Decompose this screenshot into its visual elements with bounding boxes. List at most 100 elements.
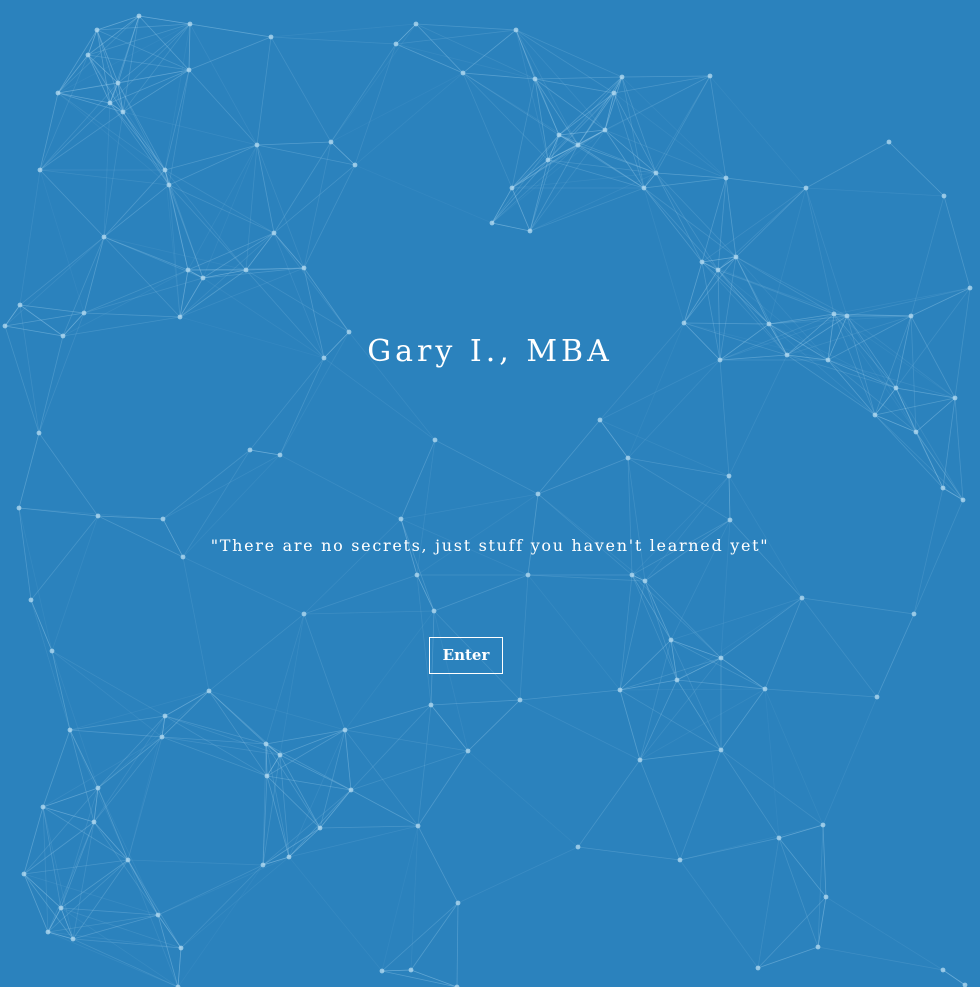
network-link <box>764 688 878 698</box>
network-link <box>350 704 432 791</box>
network-link <box>162 449 251 520</box>
network-link <box>529 187 645 232</box>
network-link <box>778 837 827 898</box>
network-link <box>577 759 641 848</box>
network-link <box>679 859 759 969</box>
network-link <box>279 754 352 791</box>
network-link <box>943 195 971 289</box>
network-node <box>707 73 713 79</box>
network-link <box>757 946 819 969</box>
network-node <box>70 936 76 942</box>
network-node <box>187 21 193 27</box>
network-node <box>513 27 519 33</box>
network-link <box>30 599 53 652</box>
network-node <box>637 757 643 763</box>
network-link <box>395 23 417 45</box>
network-link <box>182 556 210 692</box>
network-node <box>545 157 551 163</box>
network-node <box>91 819 97 825</box>
network-link <box>621 75 711 78</box>
network-node <box>641 185 647 191</box>
network-link <box>42 806 129 861</box>
enter-button[interactable]: Enter <box>429 637 503 674</box>
network-link <box>19 304 40 434</box>
network-link <box>604 129 727 179</box>
network-link <box>164 715 281 756</box>
network-link <box>60 907 159 916</box>
network-link <box>511 92 615 189</box>
network-link <box>303 610 435 615</box>
network-node <box>525 572 531 578</box>
network-node <box>37 167 43 173</box>
network-link <box>643 177 727 189</box>
network-link <box>416 493 539 576</box>
network-node <box>95 513 101 519</box>
network-link <box>23 873 159 916</box>
network-node <box>200 275 206 281</box>
network-node <box>762 686 768 692</box>
network-node <box>619 74 625 80</box>
network-link <box>39 169 85 314</box>
network-link <box>410 902 459 971</box>
network-node <box>348 787 354 793</box>
network-node <box>125 857 131 863</box>
network-node <box>28 597 34 603</box>
network-node <box>136 13 142 19</box>
network-link <box>728 475 731 521</box>
network-node <box>460 70 466 76</box>
network-link <box>805 187 835 315</box>
network-link <box>462 72 549 161</box>
network-link <box>96 23 191 31</box>
network-node <box>180 554 186 560</box>
network-link <box>599 419 730 477</box>
network-node <box>727 517 733 523</box>
network-node <box>40 804 46 810</box>
network-link <box>245 269 350 333</box>
network-link <box>529 134 560 232</box>
network-node <box>177 314 183 320</box>
network-link <box>735 187 807 258</box>
network-link <box>395 43 536 80</box>
network-node <box>962 982 968 987</box>
network-link <box>189 23 272 38</box>
network-link <box>273 141 332 234</box>
network-link <box>670 639 766 690</box>
network-link <box>467 750 579 848</box>
network-link <box>415 23 464 74</box>
network-node <box>940 485 946 491</box>
network-link <box>643 187 719 271</box>
network-node <box>776 835 782 841</box>
network-node <box>21 871 27 877</box>
network-link <box>273 232 350 333</box>
network-link <box>23 873 49 933</box>
network-link <box>627 457 646 582</box>
network-node <box>967 285 973 291</box>
network-node <box>247 447 253 453</box>
network-link <box>515 29 615 94</box>
network-link <box>18 507 164 520</box>
network-link <box>757 896 827 969</box>
network-link <box>511 172 657 189</box>
network-node <box>155 912 161 918</box>
network-link <box>344 729 352 791</box>
network-link <box>57 92 111 104</box>
network-link <box>827 359 917 433</box>
network-link <box>72 914 159 940</box>
network-link <box>72 821 95 940</box>
network-node <box>85 52 91 58</box>
network-link <box>177 947 182 987</box>
network-link <box>179 232 275 318</box>
network-link <box>270 23 417 38</box>
network-link <box>60 859 129 909</box>
network-link <box>303 574 418 615</box>
network-link <box>679 749 722 861</box>
network-link <box>319 825 419 829</box>
network-link <box>627 359 721 459</box>
tagline-quote: "There are no secrets, just stuff you ha… <box>210 536 770 555</box>
network-node <box>726 473 732 479</box>
network-node <box>815 944 821 950</box>
network-link <box>627 457 633 576</box>
network-link <box>39 102 111 171</box>
network-link <box>655 172 719 271</box>
network-link <box>103 236 181 318</box>
